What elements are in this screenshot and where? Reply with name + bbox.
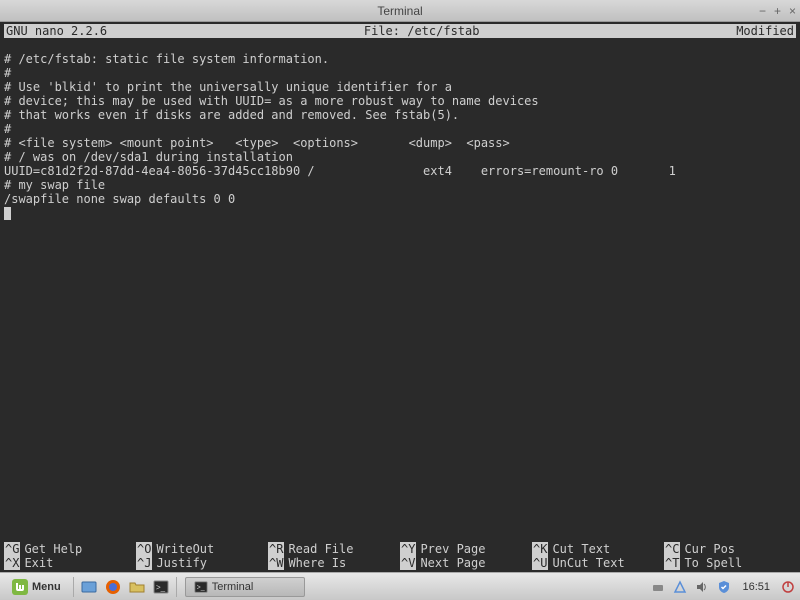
shortcut-prev-page: ^Y Prev Page [400, 542, 532, 556]
svg-text:>_: >_ [196, 584, 204, 591]
file-line: # device; this may be used with UUID= as… [4, 94, 796, 108]
shortcut-text: To Spell [684, 556, 742, 570]
nano-app-name: GNU nano 2.2.6 [6, 24, 107, 38]
shortcut-row-1: ^G Get Help ^O WriteOut ^R Read File ^Y Prev… [4, 542, 796, 556]
window-title: Terminal [377, 4, 422, 18]
shortcut-text: WriteOut [156, 542, 214, 556]
minimize-button[interactable]: − [759, 4, 766, 18]
network-icon[interactable] [672, 579, 688, 595]
taskbar-item-label: Terminal [212, 581, 254, 593]
nano-header-bar: GNU nano 2.2.6 File: /etc/fstab Modified [4, 24, 796, 38]
menu-label: Menu [32, 581, 61, 593]
taskbar-separator [73, 577, 74, 597]
key-label: ^T [664, 556, 680, 570]
shortcut-uncut-text: ^U UnCut Text [532, 556, 664, 570]
key-label: ^O [136, 542, 152, 556]
close-button[interactable]: × [789, 4, 796, 18]
maximize-button[interactable]: + [774, 4, 781, 18]
key-label: ^R [268, 542, 284, 556]
file-line: /swapfile none swap defaults 0 0 [4, 192, 796, 206]
file-line: # <file system> <mount point> <type> <op… [4, 136, 796, 150]
quick-launch: >_ [78, 577, 172, 597]
taskbar-item-terminal[interactable]: >_ Terminal [185, 577, 305, 597]
shortcut-text: Exit [24, 556, 53, 570]
text-cursor [4, 207, 11, 220]
nano-blank-line [4, 38, 796, 52]
key-label: ^X [4, 556, 20, 570]
shortcut-justify: ^J Justify [136, 556, 268, 570]
file-line: # [4, 66, 796, 80]
shortcut-exit: ^X Exit [4, 556, 136, 570]
nano-status: Modified [736, 24, 794, 38]
shortcut-get-help: ^G Get Help [4, 542, 136, 556]
shortcut-writeout: ^O WriteOut [136, 542, 268, 556]
file-line: # / was on /dev/sda1 during installation [4, 150, 796, 164]
key-label: ^G [4, 542, 20, 556]
show-desktop-icon[interactable] [78, 577, 100, 597]
shortcut-where-is: ^W Where Is [268, 556, 400, 570]
taskbar: Menu >_ >_ Terminal 16:51 [0, 572, 800, 600]
file-line: # [4, 122, 796, 136]
shortcut-text: Get Help [24, 542, 82, 556]
shortcut-text: Cur Pos [684, 542, 735, 556]
file-line: UUID=c81d2f2d-87dd-4ea4-8056-37d45cc18b9… [4, 164, 796, 178]
key-label: ^Y [400, 542, 416, 556]
cursor-line [4, 206, 796, 220]
terminal-window: Terminal − + × GNU nano 2.2.6 File: /etc… [0, 0, 800, 572]
terminal-body[interactable]: GNU nano 2.2.6 File: /etc/fstab Modified… [0, 22, 800, 572]
shortcut-text: Next Page [420, 556, 485, 570]
terminal-launcher-icon[interactable]: >_ [150, 577, 172, 597]
window-titlebar[interactable]: Terminal − + × [0, 0, 800, 22]
file-line: # Use 'blkid' to print the universally u… [4, 80, 796, 94]
shutdown-icon[interactable] [780, 579, 796, 595]
shortcut-text: Prev Page [420, 542, 485, 556]
shortcut-text: Justify [156, 556, 207, 570]
system-tray: 16:51 [650, 579, 796, 595]
removable-media-icon[interactable] [650, 579, 666, 595]
mint-logo-icon [12, 579, 28, 595]
key-label: ^J [136, 556, 152, 570]
update-shield-icon[interactable] [716, 579, 732, 595]
shortcut-text: Cut Text [552, 542, 610, 556]
file-manager-icon[interactable] [126, 577, 148, 597]
key-label: ^V [400, 556, 416, 570]
shortcut-next-page: ^V Next Page [400, 556, 532, 570]
taskbar-separator [176, 577, 177, 597]
file-line: # /etc/fstab: static file system informa… [4, 52, 796, 66]
file-line: # my swap file [4, 178, 796, 192]
nano-shortcuts: ^G Get Help ^O WriteOut ^R Read File ^Y Prev… [4, 542, 796, 570]
volume-icon[interactable] [694, 579, 710, 595]
window-controls: − + × [759, 4, 796, 18]
file-line: # that works even if disks are added and… [4, 108, 796, 122]
shortcut-cut-text: ^K Cut Text [532, 542, 664, 556]
shortcut-text: Where Is [288, 556, 346, 570]
nano-file-label: File: /etc/fstab [107, 24, 736, 38]
shortcut-text: UnCut Text [552, 556, 624, 570]
shortcut-row-2: ^XExit ^JJustify ^WWhere Is ^VNext Page … [4, 556, 796, 570]
key-label: ^W [268, 556, 284, 570]
menu-button[interactable]: Menu [4, 577, 69, 597]
key-label: ^K [532, 542, 548, 556]
svg-text:>_: >_ [156, 583, 166, 592]
key-label: ^U [532, 556, 548, 570]
shortcut-cur-pos: ^C Cur Pos [664, 542, 796, 556]
shortcut-read-file: ^R Read File [268, 542, 400, 556]
firefox-icon[interactable] [102, 577, 124, 597]
shortcut-to-spell: ^T To Spell [664, 556, 796, 570]
clock[interactable]: 16:51 [738, 581, 774, 593]
terminal-icon: >_ [194, 580, 208, 594]
shortcut-text: Read File [288, 542, 353, 556]
key-label: ^C [664, 542, 680, 556]
